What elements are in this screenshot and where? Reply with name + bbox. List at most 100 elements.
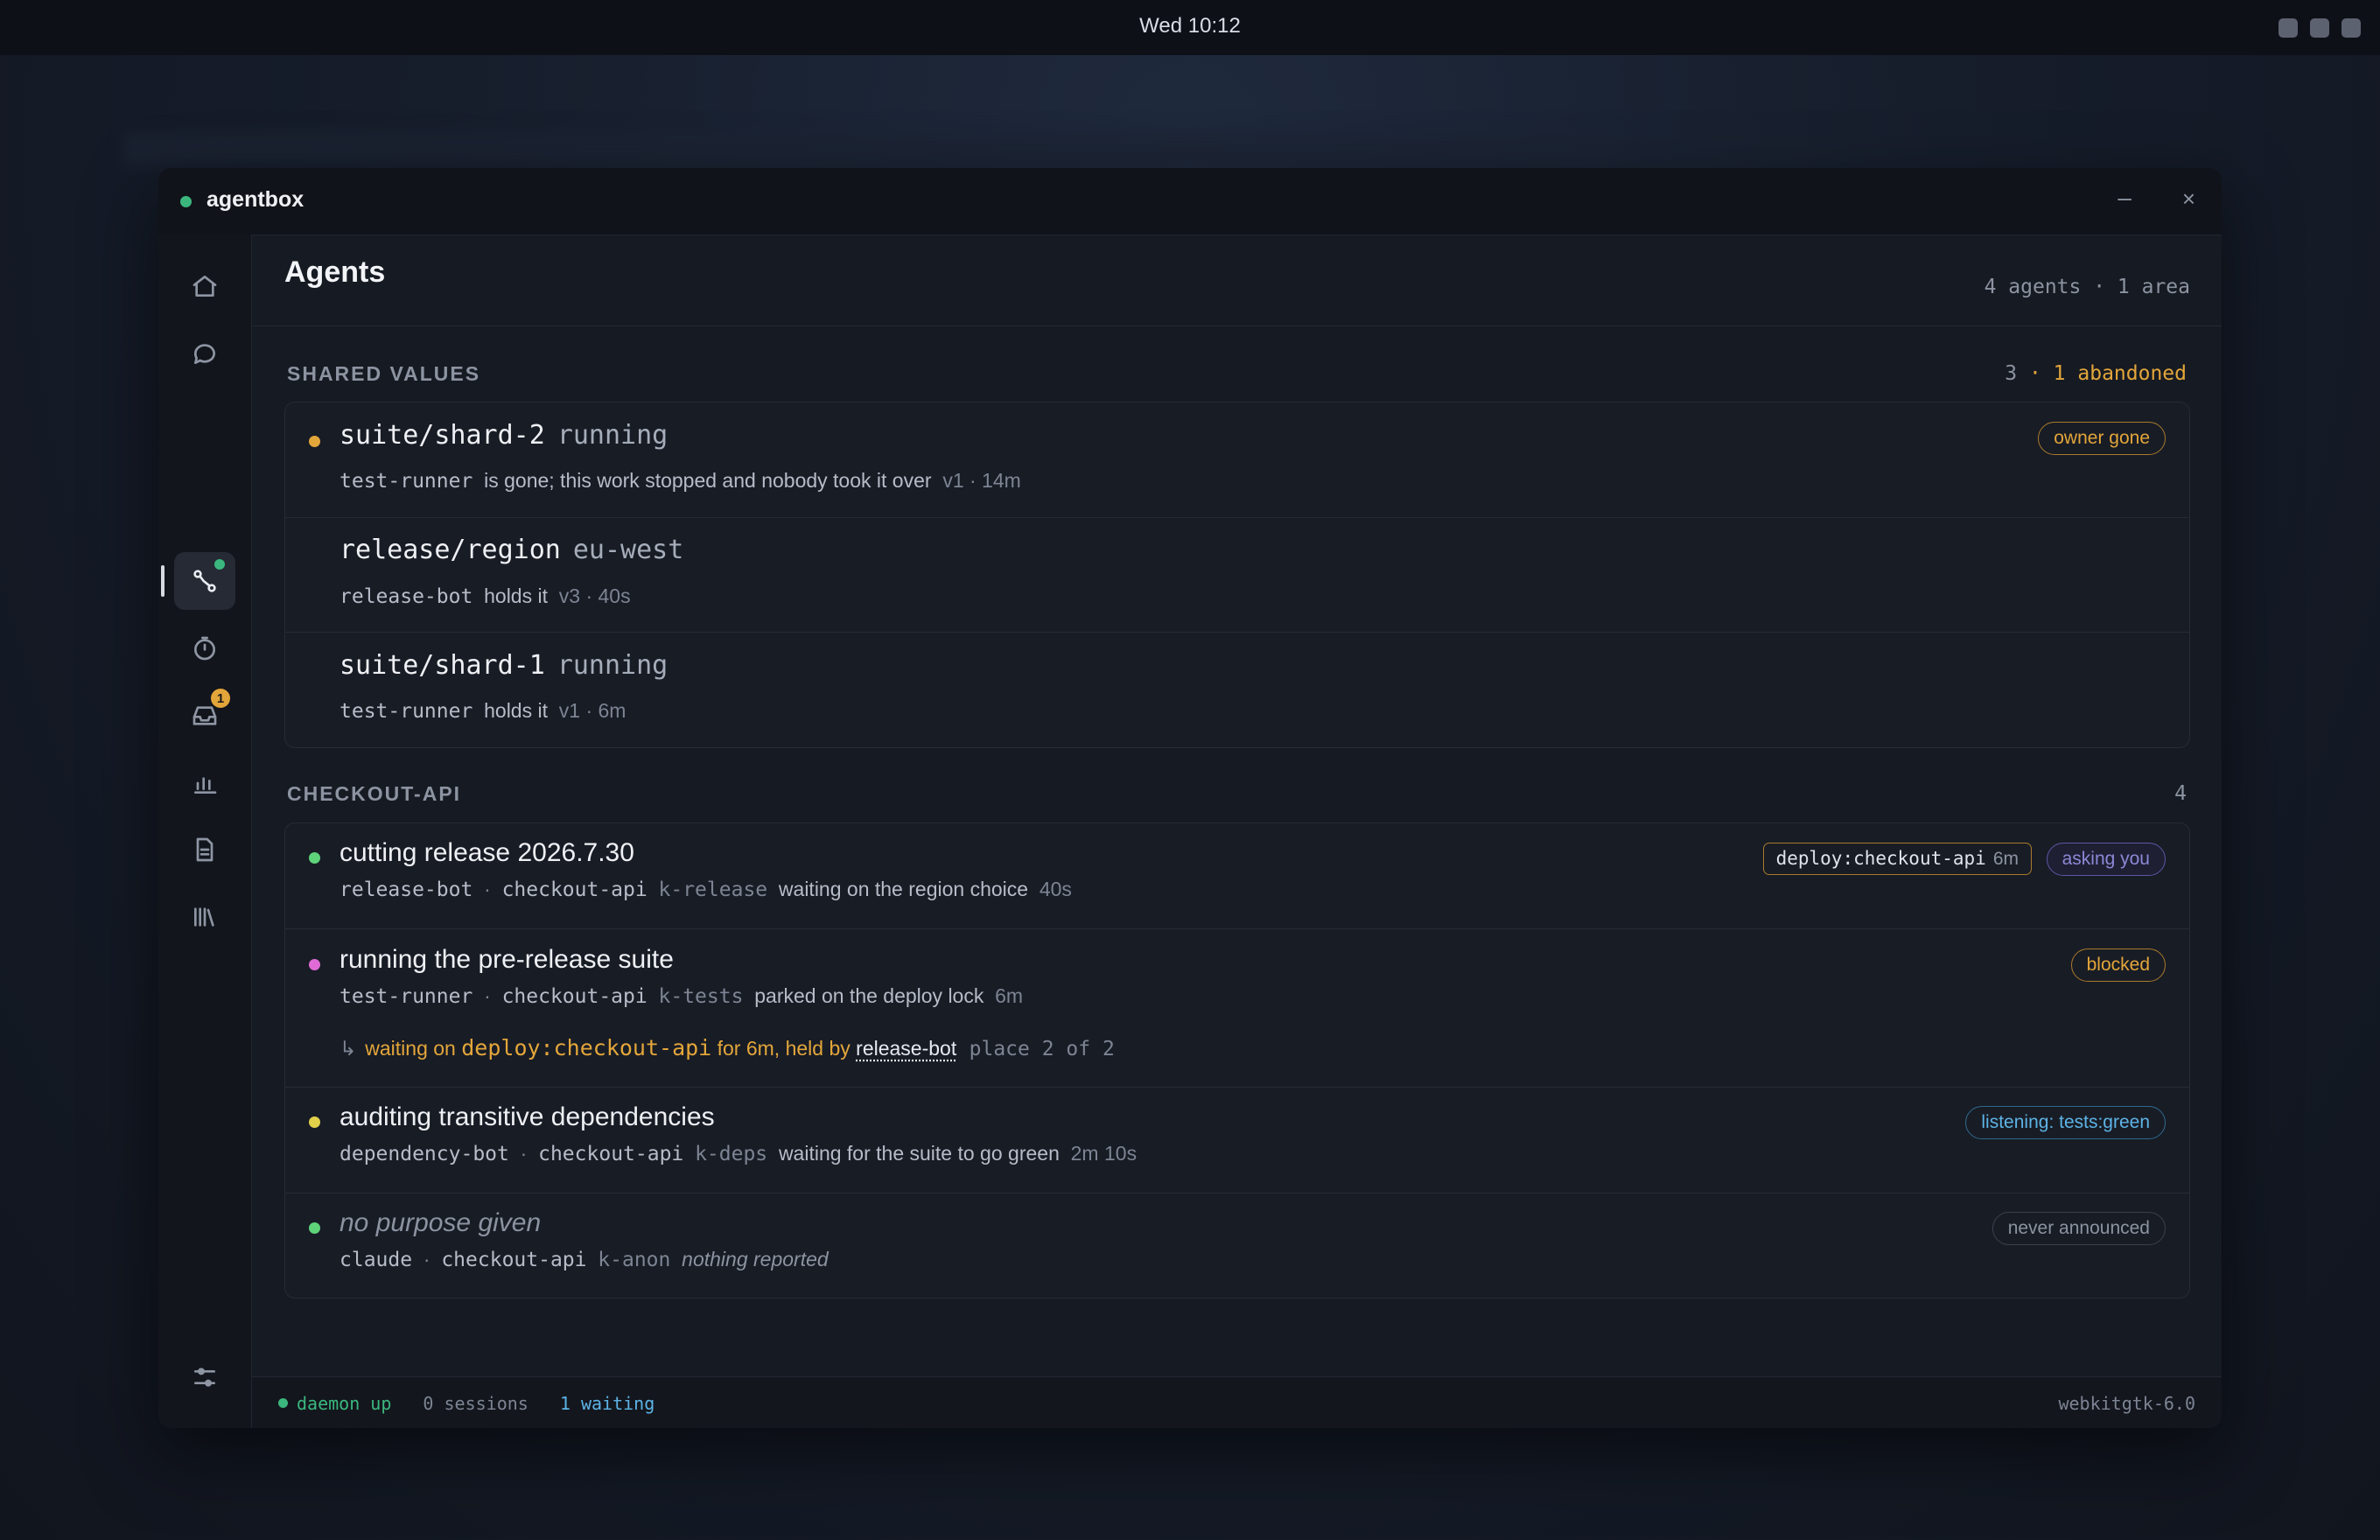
system-tray [2278,18,2361,38]
agent-kind: k-deps [695,1143,768,1166]
wait-mid: for 6m, held by [717,1037,850,1060]
tray-icon-1[interactable] [2278,18,2298,38]
agent-kind: k-anon [598,1249,671,1271]
asking-you-badge[interactable]: asking you [2046,843,2166,876]
section-label-checkout-api: CHECKOUT-API [287,782,462,805]
agent-age: 6m [995,984,1024,1007]
agent-row[interactable]: running the pre-release suite test-runne… [285,928,2189,1088]
shared-value-value: running [556,650,668,681]
sidebar-item-inbox[interactable]: 1 [174,687,235,745]
owner-note: is gone; this work stopped and nobody to… [484,469,932,492]
version-age: v3 · 40s [558,584,631,607]
sidebar-item-agents[interactable] [174,552,235,610]
agent-meta: dependency-bot · checkout-api k-deps wai… [340,1142,1137,1166]
agent-status: nothing reported [682,1248,829,1270]
agent-area: checkout-api [538,1143,684,1166]
sidebar-item-chat[interactable] [174,325,235,382]
sidebar-item-docs[interactable] [174,821,235,878]
title-bar: agentbox – × [158,168,2222,235]
library-icon [194,907,214,927]
separator: · [484,984,491,1007]
active-indicator [161,565,164,597]
version-age: v1 · 14m [942,469,1021,492]
daemon-status: daemon up [297,1393,392,1414]
agent-purpose: auditing transitive dependencies [340,1102,715,1131]
page-header: Agents 4 agents · 1 area [252,234,2222,326]
agent-status: parked on the deploy lock [754,984,984,1007]
status-left: daemon up 0 sessions 1 waiting [278,1393,654,1414]
close-button[interactable]: × [2182,186,2195,213]
status-bullet [309,436,320,447]
owner-name: test-runner [340,700,473,723]
shared-values-summary: 3 · 1 abandoned [2005,362,2187,385]
page-counts: 4 agents · 1 area [1984,276,2190,298]
waiting-count[interactable]: 1 waiting [560,1393,654,1414]
agent-area: checkout-api [501,985,648,1008]
background-window [122,131,1619,166]
version-age: v1 · 6m [558,699,626,722]
agent-status: waiting on the region choice [778,878,1029,900]
status-bullet [309,852,320,864]
shared-value-row[interactable]: release/region eu-west release-bot holds … [285,517,2189,633]
lock-name: deploy:checkout-api [1775,848,1986,869]
shared-value-title: suite/shard-2 running [340,420,668,451]
shared-value-key: suite/shard-2 [340,420,545,451]
never-announced-badge: never announced [1992,1212,2166,1245]
shared-value-meta: test-runner holds it v1 · 6m [340,699,626,723]
shared-values-count: 3 [2005,362,2018,385]
sidebar-item-settings[interactable] [174,1348,235,1406]
shared-value-meta: release-bot holds it v3 · 40s [340,584,631,608]
wait-arrow: ↳ [340,1037,357,1060]
blocked-badge: blocked [2070,948,2166,982]
minimize-button[interactable]: – [2118,184,2132,212]
agent-row[interactable]: no purpose given claude · checkout-api k… [285,1193,2189,1298]
status-bullet [309,959,320,970]
agent-area: checkout-api [441,1249,587,1271]
agent-age: 2m 10s [1070,1142,1138,1165]
agent-purpose: running the pre-release suite [340,945,674,974]
agent-row[interactable]: auditing transitive dependencies depende… [285,1087,2189,1194]
agent-name: test-runner [340,985,473,1008]
page-title: Agents [284,256,386,289]
agent-meta: claude · checkout-api k-anon nothing rep… [340,1248,829,1271]
shared-value-row[interactable]: suite/shard-1 running test-runner holds i… [285,632,2189,746]
shared-value-title: release/region eu-west [340,535,683,565]
shared-value-value: running [556,420,668,451]
status-bar: daemon up 0 sessions 1 waiting webkitgtk… [252,1376,2222,1428]
inbox-badge: 1 [211,689,230,708]
timer-icon [194,636,215,661]
tray-icon-2[interactable] [2310,18,2329,38]
sidebar-item-library[interactable] [174,888,235,946]
system-clock: Wed 10:12 [1139,14,1241,38]
sidebar-item-home[interactable] [174,257,235,315]
app-name: agentbox [206,187,304,212]
status-bullet [309,1222,320,1234]
queue-place: place 2 of 2 [969,1038,1115,1060]
shared-value-title: suite/shard-1 running [340,650,668,681]
daemon-status-dot [278,1398,288,1408]
sidebar-item-timer[interactable] [174,620,235,677]
agent-kind: k-release [658,878,768,901]
tray-icon-3[interactable] [2342,18,2361,38]
owner-gone-badge: owner gone [2038,422,2166,455]
wait-lock-name: deploy:checkout-api [461,1035,712,1060]
owner-name: test-runner [340,470,473,493]
agent-status: waiting for the suite to go green [778,1142,1060,1165]
checkout-api-card: cutting release 2026.7.30 release-bot · … [284,822,2190,1298]
shared-value-key: release/region [340,535,561,565]
separator: · [520,1142,528,1165]
agent-meta: test-runner · checkout-api k-tests parke… [340,984,1023,1008]
shared-value-key: suite/shard-1 [340,650,545,681]
lock-holder-link[interactable]: release-bot [856,1037,956,1060]
wait-detail: ↳ waiting on deploy:checkout-api for 6m, … [340,1035,1115,1060]
agent-row[interactable]: cutting release 2026.7.30 release-bot · … [285,823,2189,929]
agent-area: checkout-api [501,878,648,901]
agent-name: dependency-bot [340,1143,509,1166]
shared-value-row[interactable]: suite/shard-2 running test-runner is gone… [285,402,2189,518]
sessions-count: 0 sessions [423,1393,528,1414]
separator: · [484,878,491,900]
shared-value-meta: test-runner is gone; this work stopped a… [340,469,1021,493]
sidebar-item-stats[interactable] [174,754,235,812]
checkout-api-count: 4 [2174,782,2187,805]
agent-purpose: no purpose given [340,1208,542,1237]
